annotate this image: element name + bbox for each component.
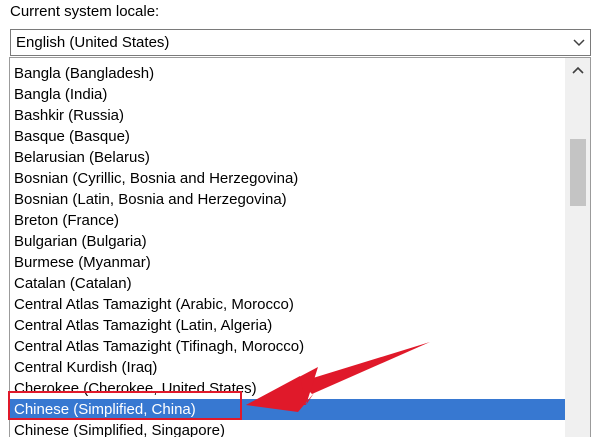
- list-item[interactable]: Breton (France): [10, 210, 566, 231]
- list-item[interactable]: Central Atlas Tamazight (Latin, Algeria): [10, 315, 566, 336]
- list-item[interactable]: Bangla (India): [10, 84, 566, 105]
- chevron-up-icon[interactable]: [566, 58, 590, 82]
- annotation-highlight-box: [8, 391, 242, 420]
- locale-list[interactable]: Bangla (Bangladesh) Bangla (India) Bashkir…: [9, 57, 591, 437]
- list-item[interactable]: Central Kurdish (Iraq): [10, 357, 566, 378]
- list-item[interactable]: Bashkir (Russia): [10, 105, 566, 126]
- locale-label: Current system locale:: [10, 3, 160, 20]
- list-item[interactable]: Bulgarian (Bulgaria): [10, 231, 566, 252]
- list-item[interactable]: Basque (Basque): [10, 126, 566, 147]
- list-item[interactable]: Central Atlas Tamazight (Arabic, Morocco…: [10, 294, 566, 315]
- list-item[interactable]: Chinese (Simplified, Singapore): [10, 420, 566, 437]
- scrollbar-thumb[interactable]: [570, 139, 586, 206]
- list-item[interactable]: Catalan (Catalan): [10, 273, 566, 294]
- list-item[interactable]: Bosnian (Latin, Bosnia and Herzegovina): [10, 189, 566, 210]
- locale-dropdown[interactable]: English (United States): [10, 29, 591, 56]
- locale-dropdown-value: English (United States): [16, 34, 170, 51]
- list-item[interactable]: Burmese (Myanmar): [10, 252, 566, 273]
- list-item[interactable]: Bosnian (Cyrillic, Bosnia and Herzegovin…: [10, 168, 566, 189]
- vertical-scrollbar[interactable]: [565, 58, 590, 437]
- list-item[interactable]: Central Atlas Tamazight (Tifinagh, Moroc…: [10, 336, 566, 357]
- list-item[interactable]: Belarusian (Belarus): [10, 147, 566, 168]
- list-item[interactable]: Bangla (Bangladesh): [10, 63, 566, 84]
- chevron-down-icon[interactable]: [572, 36, 586, 50]
